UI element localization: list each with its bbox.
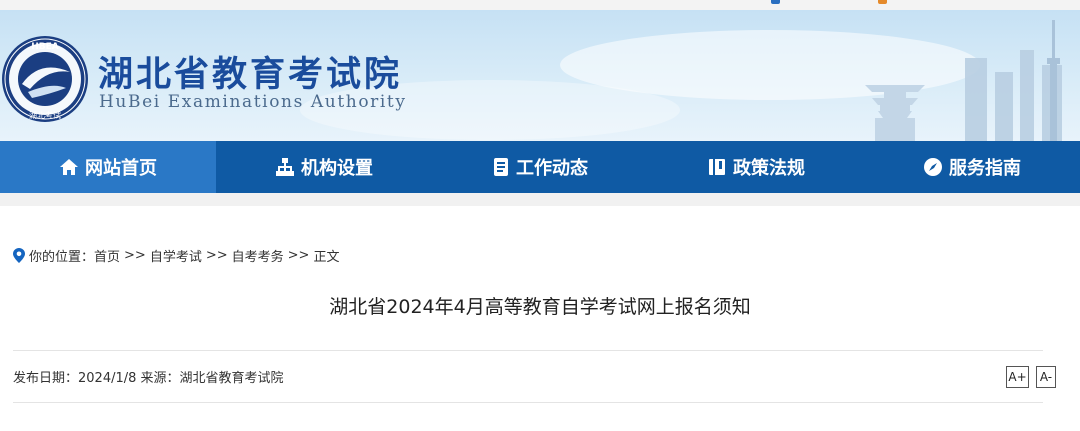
font-decrease-button[interactable]: A-: [1036, 366, 1056, 388]
user-icon[interactable]: [771, 0, 780, 4]
breadcrumb-prefix: 你的位置：: [29, 250, 95, 265]
svg-text:HBEA: HBEA: [31, 42, 59, 52]
breadcrumb: 你的位置： 首页 >> 自学考试 >> 自考考务 >> 正文: [13, 246, 339, 265]
breadcrumb-home[interactable]: 首页: [94, 246, 120, 265]
article-panel: 你的位置： 首页 >> 自学考试 >> 自考考务 >> 正文 湖北省2024年4…: [0, 206, 1080, 431]
article-title: 湖北省2024年4月高等教育自学考试网上报名须知: [329, 296, 751, 318]
site-subtitle: HuBei Examinations Authority: [99, 92, 407, 112]
nav-item-label: 机构设置: [301, 158, 373, 179]
divider: [13, 350, 1043, 351]
breadcrumb-current: 正文: [313, 250, 340, 265]
nav-item-label: 工作动态: [516, 158, 588, 179]
nav-item-label: 服务指南: [949, 158, 1021, 179]
document-icon: [494, 158, 508, 176]
skyline-illustration: [865, 20, 1062, 141]
nav-item-label: 网站首页: [85, 158, 157, 179]
breadcrumb-separator: >>: [287, 248, 310, 263]
breadcrumb-exam-affairs[interactable]: 自考考务: [232, 246, 284, 265]
main-nav: 网站首页 机构设置 工作动态 政策法规 服务指南: [0, 141, 1080, 193]
org-chart-icon: [276, 158, 294, 176]
breadcrumb-separator: >>: [124, 248, 146, 263]
nav-item-home[interactable]: 网站首页: [0, 141, 216, 193]
divider: [13, 402, 1043, 403]
svg-text:湖北考试: 湖北考试: [29, 110, 61, 120]
article-meta: 发布日期：2024/1/8 来源：湖北省教育考试院: [13, 371, 284, 386]
top-strip: [0, 0, 1080, 10]
mail-icon[interactable]: [878, 0, 887, 4]
site-title: 湖北省教育考试院: [98, 54, 403, 95]
hbea-logo: HBEA 湖北考试: [2, 36, 88, 122]
nav-item-service[interactable]: 服务指南: [864, 141, 1080, 193]
breadcrumb-self-study[interactable]: 自学考试: [150, 246, 202, 265]
book-icon: [709, 159, 725, 175]
site-header: HBEA 湖北考试 湖北省教育考试院 HuBei Examinations Au…: [0, 10, 1080, 141]
nav-item-organization[interactable]: 机构设置: [216, 141, 432, 193]
breadcrumb-separator: >>: [205, 248, 228, 263]
nav-item-policy[interactable]: 政策法规: [648, 141, 864, 193]
location-pin-icon: [13, 248, 25, 263]
nav-item-label: 政策法规: [733, 158, 805, 179]
nav-item-news[interactable]: 工作动态: [432, 141, 648, 193]
compass-icon: [924, 158, 942, 176]
font-increase-button[interactable]: A+: [1006, 366, 1029, 388]
home-icon: [60, 159, 78, 175]
